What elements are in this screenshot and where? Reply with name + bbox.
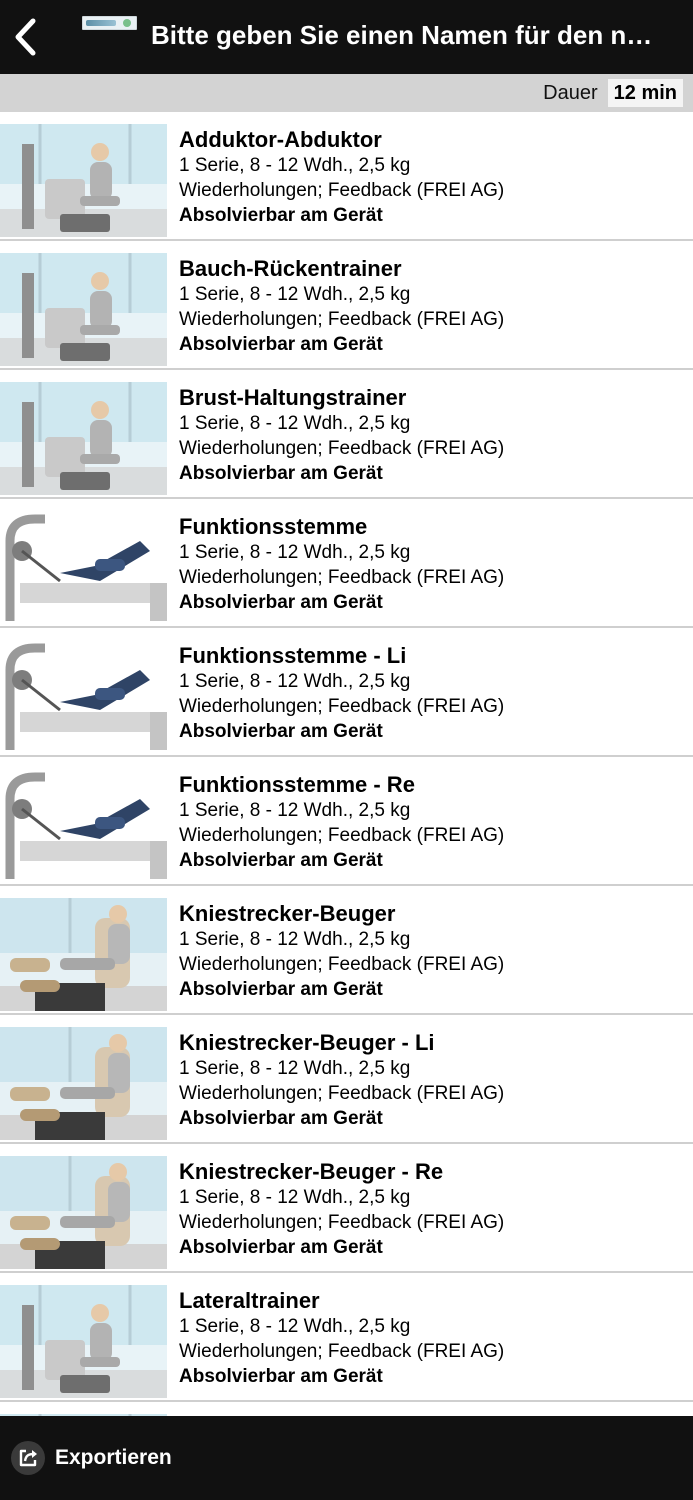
exercise-name: Funktionsstemme - Li	[179, 643, 407, 668]
duration-value: 12 min	[607, 79, 683, 107]
exercise-thumbnail	[0, 253, 167, 366]
exercise-feedback: Wiederholungen; Feedback (FREI AG)	[179, 438, 505, 459]
exercise-name: Funktionsstemme - Re	[179, 772, 415, 797]
exercise-row[interactable]	[0, 1402, 693, 1416]
exercise-row[interactable]: Funktionsstemme 1 Serie, 8 - 12 Wdh., 2,5…	[0, 499, 693, 628]
exercise-sets: 1 Serie, 8 - 12 Wdh., 2,5 kg	[179, 1058, 411, 1079]
exercise-name: Kniestrecker-Beuger - Li	[179, 1030, 435, 1055]
exercise-availability: Absolvierbar am Gerät	[179, 1108, 383, 1129]
exercise-thumbnail	[0, 382, 167, 495]
exercise-sets: 1 Serie, 8 - 12 Wdh., 2,5 kg	[179, 284, 411, 305]
exercise-row[interactable]: Funktionsstemme - Re 1 Serie, 8 - 12 Wdh.…	[0, 757, 693, 886]
exercise-availability: Absolvierbar am Gerät	[179, 334, 383, 355]
exercise-thumbnail	[0, 1156, 167, 1269]
app-logo	[82, 16, 137, 30]
exercise-name: Adduktor-Abduktor	[179, 127, 382, 152]
exercise-text: Funktionsstemme - Re 1 Serie, 8 - 12 Wdh.…	[179, 771, 504, 873]
exercise-feedback: Wiederholungen; Feedback (FREI AG)	[179, 1083, 505, 1104]
app-screen: Bitte geben Sie einen Namen für den n… D…	[0, 0, 693, 1500]
duration-label: Dauer	[543, 81, 598, 104]
exercise-availability: Absolvierbar am Gerät	[179, 592, 383, 613]
exercise-sets: 1 Serie, 8 - 12 Wdh., 2,5 kg	[179, 542, 411, 563]
exercise-sets: 1 Serie, 8 - 12 Wdh., 2,5 kg	[179, 929, 411, 950]
exercise-feedback: Wiederholungen; Feedback (FREI AG)	[179, 825, 505, 846]
exercise-sets: 1 Serie, 8 - 12 Wdh., 2,5 kg	[179, 1187, 411, 1208]
export-label: Exportieren	[55, 1446, 172, 1469]
exercise-availability: Absolvierbar am Gerät	[179, 979, 383, 1000]
exercise-text: Kniestrecker-Beuger - Re 1 Serie, 8 - 12 …	[179, 1158, 504, 1260]
exercise-feedback: Wiederholungen; Feedback (FREI AG)	[179, 180, 505, 201]
exercise-thumbnail	[0, 1285, 167, 1398]
exercise-row[interactable]: Adduktor-Abduktor 1 Serie, 8 - 12 Wdh., 2…	[0, 112, 693, 241]
exercise-text: Funktionsstemme 1 Serie, 8 - 12 Wdh., 2,5…	[179, 513, 504, 615]
exercise-thumbnail	[0, 898, 167, 1011]
exercise-availability: Absolvierbar am Gerät	[179, 721, 383, 742]
exercise-text: Brust-Haltungstrainer 1 Serie, 8 - 12 Wdh…	[179, 384, 504, 486]
exercise-sets: 1 Serie, 8 - 12 Wdh., 2,5 kg	[179, 671, 411, 692]
exercise-row[interactable]: Kniestrecker-Beuger - Li 1 Serie, 8 - 12 …	[0, 1015, 693, 1144]
exercise-name: Brust-Haltungstrainer	[179, 385, 407, 410]
exercise-text: Bauch-Rückentrainer 1 Serie, 8 - 12 Wdh.,…	[179, 255, 504, 357]
duration-bar: Dauer 12 min	[0, 74, 693, 112]
exercise-feedback: Wiederholungen; Feedback (FREI AG)	[179, 1212, 505, 1233]
share-export-icon	[11, 1441, 45, 1475]
bottom-bar: Exportieren	[0, 1416, 693, 1500]
exercise-feedback: Wiederholungen; Feedback (FREI AG)	[179, 567, 505, 588]
exercise-availability: Absolvierbar am Gerät	[179, 850, 383, 871]
export-button[interactable]: Exportieren	[11, 1441, 172, 1475]
exercise-text: Adduktor-Abduktor 1 Serie, 8 - 12 Wdh., 2…	[179, 126, 504, 228]
back-button[interactable]	[2, 0, 48, 74]
exercise-feedback: Wiederholungen; Feedback (FREI AG)	[179, 696, 505, 717]
exercise-thumbnail	[0, 769, 167, 882]
chevron-left-icon	[15, 18, 36, 56]
exercise-name: Funktionsstemme	[179, 514, 368, 539]
exercise-feedback: Wiederholungen; Feedback (FREI AG)	[179, 309, 505, 330]
exercise-availability: Absolvierbar am Gerät	[179, 205, 383, 226]
exercise-row[interactable]: Lateraltrainer 1 Serie, 8 - 12 Wdh., 2,5 …	[0, 1273, 693, 1402]
exercise-thumbnail	[0, 1027, 167, 1140]
exercise-row[interactable]: Kniestrecker-Beuger 1 Serie, 8 - 12 Wdh.,…	[0, 886, 693, 1015]
exercise-text: Kniestrecker-Beuger 1 Serie, 8 - 12 Wdh.,…	[179, 900, 504, 1002]
exercise-sets: 1 Serie, 8 - 12 Wdh., 2,5 kg	[179, 800, 411, 821]
exercise-text: Kniestrecker-Beuger - Li 1 Serie, 8 - 12 …	[179, 1029, 504, 1131]
exercise-list: Adduktor-Abduktor 1 Serie, 8 - 12 Wdh., 2…	[0, 112, 693, 1416]
exercise-text: Funktionsstemme - Li 1 Serie, 8 - 12 Wdh.…	[179, 642, 504, 744]
exercise-thumbnail	[0, 124, 167, 237]
exercise-sets: 1 Serie, 8 - 12 Wdh., 2,5 kg	[179, 1316, 411, 1337]
exercise-name: Kniestrecker-Beuger - Re	[179, 1159, 444, 1184]
exercise-text: Lateraltrainer 1 Serie, 8 - 12 Wdh., 2,5 …	[179, 1287, 504, 1389]
page-title: Bitte geben Sie einen Namen für den n…	[151, 20, 653, 50]
exercise-thumbnail	[0, 511, 167, 624]
exercise-sets: 1 Serie, 8 - 12 Wdh., 2,5 kg	[179, 413, 411, 434]
exercise-availability: Absolvierbar am Gerät	[179, 1366, 383, 1387]
exercise-feedback: Wiederholungen; Feedback (FREI AG)	[179, 1341, 505, 1362]
exercise-thumbnail	[0, 640, 167, 753]
exercise-row[interactable]: Bauch-Rückentrainer 1 Serie, 8 - 12 Wdh.,…	[0, 241, 693, 370]
exercise-availability: Absolvierbar am Gerät	[179, 1237, 383, 1258]
top-bar: Bitte geben Sie einen Namen für den n…	[0, 0, 693, 74]
exercise-row[interactable]: Kniestrecker-Beuger - Re 1 Serie, 8 - 12 …	[0, 1144, 693, 1273]
exercise-name: Lateraltrainer	[179, 1288, 320, 1313]
exercise-name: Kniestrecker-Beuger	[179, 901, 396, 926]
exercise-availability: Absolvierbar am Gerät	[179, 463, 383, 484]
exercise-row[interactable]: Brust-Haltungstrainer 1 Serie, 8 - 12 Wdh…	[0, 370, 693, 499]
exercise-row[interactable]: Funktionsstemme - Li 1 Serie, 8 - 12 Wdh.…	[0, 628, 693, 757]
exercise-name: Bauch-Rückentrainer	[179, 256, 402, 281]
exercise-sets: 1 Serie, 8 - 12 Wdh., 2,5 kg	[179, 155, 411, 176]
exercise-feedback: Wiederholungen; Feedback (FREI AG)	[179, 954, 505, 975]
